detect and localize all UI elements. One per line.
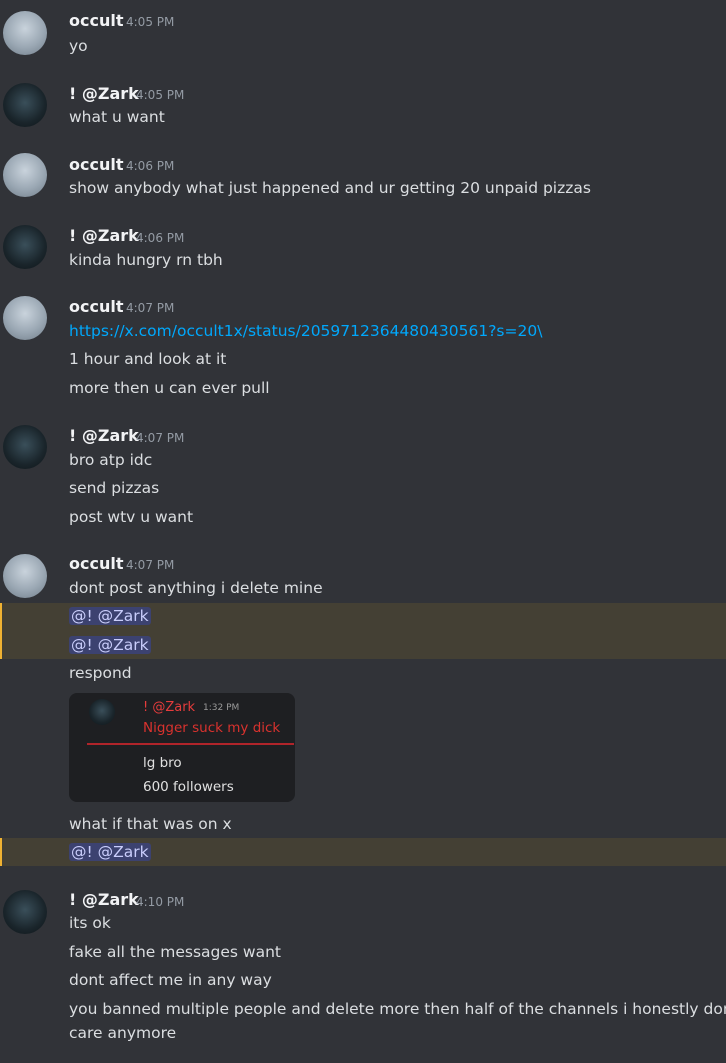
status-link[interactable]: https://x.com/occult1x/status/2059712364… xyxy=(69,322,542,340)
message-text: show anybody what just happened and ur g… xyxy=(69,179,591,197)
timestamp: 4:10 PM xyxy=(136,895,185,909)
username[interactable]: occult xyxy=(69,297,123,316)
message-text: what u want xyxy=(69,108,165,126)
message-text: dont affect me in any way xyxy=(69,971,272,989)
message-text: dont post anything i delete mine xyxy=(69,579,323,597)
embed-message: Nigger suck my dick xyxy=(143,720,281,736)
embed-avatar xyxy=(89,699,115,725)
username[interactable]: occult xyxy=(69,155,123,174)
message-text: fake all the messages want xyxy=(69,943,281,961)
message-text: you banned multiple people and delete mo… xyxy=(69,1000,726,1018)
message-text: care anymore xyxy=(69,1024,177,1042)
timestamp: 4:07 PM xyxy=(136,431,185,445)
username[interactable]: ! @Zark xyxy=(69,84,139,103)
embed-timestamp: 1:32 PM xyxy=(203,703,240,713)
username[interactable]: ! @Zark xyxy=(69,890,139,909)
embed-username: ! @Zark xyxy=(143,700,196,715)
username[interactable]: ! @Zark xyxy=(69,426,139,445)
message-text: post wtv u want xyxy=(69,508,194,526)
username[interactable]: occult xyxy=(69,554,123,573)
avatar[interactable] xyxy=(3,153,47,197)
user-mention[interactable]: @! @Zark xyxy=(69,636,151,654)
embed-divider xyxy=(87,743,294,745)
avatar[interactable] xyxy=(3,11,47,55)
embed-line: 600 followers xyxy=(143,779,234,795)
embed-line: lg bro xyxy=(143,755,182,771)
message-text: more then u can ever pull xyxy=(69,379,270,397)
avatar[interactable] xyxy=(3,890,47,934)
avatar[interactable] xyxy=(3,554,47,598)
screenshot-attachment[interactable]: ! @Zark 1:32 PM Nigger suck my dick lg b… xyxy=(69,693,295,802)
avatar[interactable] xyxy=(3,296,47,340)
timestamp: 4:06 PM xyxy=(136,231,185,245)
avatar[interactable] xyxy=(3,425,47,469)
message-text: yo xyxy=(69,37,88,55)
timestamp: 4:05 PM xyxy=(136,88,185,102)
timestamp: 4:06 PM xyxy=(126,159,175,173)
message-text: what if that was on x xyxy=(69,815,232,833)
message-text: bro atp idc xyxy=(69,451,153,469)
timestamp: 4:07 PM xyxy=(126,558,175,572)
avatar[interactable] xyxy=(3,225,47,269)
message-text: respond xyxy=(69,664,132,682)
username[interactable]: occult xyxy=(69,11,123,30)
message-text: its ok xyxy=(69,914,111,932)
user-mention[interactable]: @! @Zark xyxy=(69,607,151,625)
username[interactable]: ! @Zark xyxy=(69,226,139,245)
message-text: 1 hour and look at it xyxy=(69,350,227,368)
avatar[interactable] xyxy=(3,83,47,127)
timestamp: 4:07 PM xyxy=(126,301,175,315)
message-text: send pizzas xyxy=(69,479,160,497)
message-text: kinda hungry rn tbh xyxy=(69,251,223,269)
user-mention[interactable]: @! @Zark xyxy=(69,843,151,861)
timestamp: 4:05 PM xyxy=(126,15,175,29)
